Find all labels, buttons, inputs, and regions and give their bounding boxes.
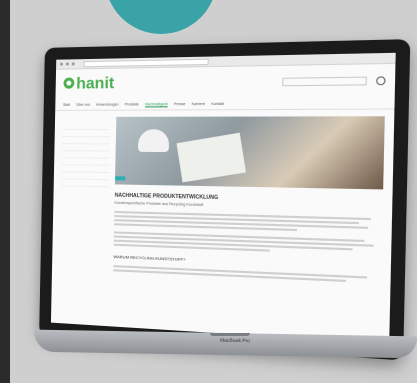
hero-badge — [115, 176, 126, 181]
laptop-screen: hanit Start Über uns Anwendungen Produkte Na… — [50, 52, 396, 344]
search-input[interactable] — [282, 76, 367, 87]
photo-frame: hanit Start Über uns Anwendungen Produkte Na… — [10, 0, 417, 383]
window-close-dot[interactable] — [60, 62, 63, 66]
sidebar-item[interactable] — [61, 179, 110, 188]
address-bar[interactable] — [83, 58, 209, 67]
article-paragraph — [114, 210, 382, 234]
nav-item[interactable]: Anwendungen — [96, 102, 119, 106]
search-icon[interactable] — [376, 76, 386, 86]
hard-hat-shape — [137, 129, 170, 153]
window-zoom-dot[interactable] — [71, 62, 75, 66]
teal-circle-decoration — [105, 0, 217, 34]
laptop-model-label: MacBook Pro — [219, 337, 251, 345]
laptop-lid: hanit Start Über uns Anwendungen Produkte Na… — [39, 39, 411, 361]
brand-name: hanit — [76, 74, 115, 93]
nav-item[interactable]: Presse — [174, 102, 186, 106]
blueprint-shape — [176, 132, 247, 183]
site-header: hanit — [55, 64, 395, 100]
nav-item[interactable]: Produkte — [125, 102, 139, 106]
laptop-notch — [210, 333, 250, 336]
nav-item[interactable]: Karriere — [192, 102, 205, 106]
page-content: NACHHALTIGE PRODUKTENTWICKLUNG Kundenspe… — [52, 110, 395, 293]
main-article: NACHHALTIGE PRODUKTENTWICKLUNG Kundenspe… — [113, 116, 385, 286]
article-paragraph — [113, 231, 382, 256]
nav-item[interactable]: Über uns — [76, 103, 90, 107]
hero-image — [114, 116, 385, 190]
window-minimize-dot[interactable] — [65, 62, 69, 66]
logo-icon — [63, 77, 75, 89]
nav-item[interactable]: Start — [63, 103, 70, 107]
sidebar — [60, 117, 111, 273]
nav-item[interactable]: Kontakt — [211, 102, 224, 106]
nav-item[interactable]: Nachhaltigkeit — [145, 101, 168, 107]
brand-logo[interactable]: hanit — [63, 75, 114, 94]
